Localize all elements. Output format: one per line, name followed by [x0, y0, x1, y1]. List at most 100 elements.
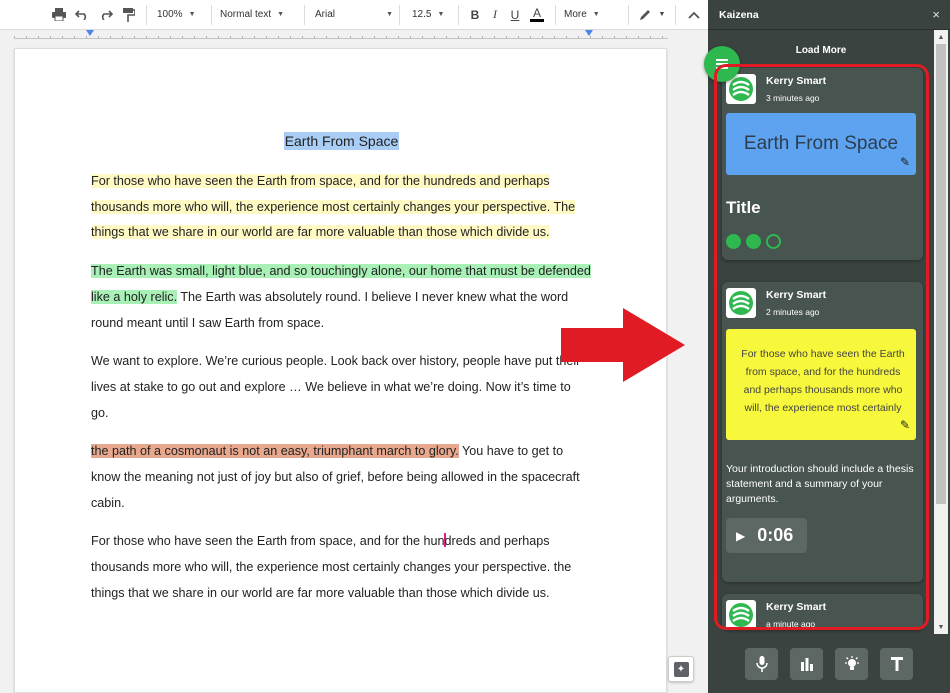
- panel-footer: [708, 634, 950, 693]
- paragraph-5: For those who have seen the Earth from s…: [91, 529, 591, 606]
- menu-button[interactable]: [704, 46, 740, 82]
- kaizena-logo-icon: [726, 600, 756, 630]
- rating-dot-filled[interactable]: [726, 234, 741, 249]
- scroll-up-icon[interactable]: ▲: [934, 30, 948, 44]
- paragraph-3: We want to explore. We’re curious people…: [91, 349, 591, 426]
- chevron-down-icon: ▼: [386, 11, 393, 18]
- red-arrow-icon: [561, 308, 685, 382]
- toolbar-divider: [211, 4, 212, 25]
- font-value: Arial: [315, 9, 336, 20]
- toolbar-divider: [675, 4, 676, 25]
- toolbar-divider: [628, 4, 629, 25]
- paragraph-text: We want to explore. We’re curious people…: [91, 354, 581, 420]
- edit-icon[interactable]: ✎: [900, 416, 910, 434]
- paint-format-icon[interactable]: [118, 3, 140, 27]
- paragraph-2: The Earth was small, light blue, and so …: [91, 259, 591, 336]
- paragraph-1: For those who have seen the Earth from s…: [91, 169, 591, 246]
- italic-button[interactable]: I: [485, 3, 505, 27]
- document-title-text: Earth From Space: [283, 132, 400, 150]
- panel-scrollbar[interactable]: ▲ ▼: [934, 30, 948, 634]
- undo-icon[interactable]: [70, 3, 94, 27]
- toolbar-divider: [555, 4, 556, 25]
- style-select[interactable]: Normal text ▼: [218, 3, 298, 27]
- pencil-icon[interactable]: [635, 3, 655, 27]
- chevron-down-icon: ▼: [188, 11, 196, 18]
- panel-title: Kaizena: [719, 8, 759, 21]
- highlighted-text: For those who have seen the Earth from s…: [91, 174, 576, 240]
- comment-text: Your introduction should include a thesi…: [726, 463, 914, 505]
- quoted-text-content: Earth From Space: [743, 133, 899, 154]
- right-indent-marker[interactable]: [585, 30, 593, 36]
- left-indent-marker[interactable]: [86, 30, 94, 36]
- print-icon[interactable]: [48, 3, 70, 27]
- scroll-down-icon[interactable]: ▼: [934, 620, 948, 634]
- card-header: Kerry Smart 2 minutes ago: [726, 288, 826, 318]
- toolbar-divider: [399, 4, 400, 25]
- timestamp: a minute ago: [766, 619, 816, 629]
- text-color-button[interactable]: A: [525, 3, 549, 27]
- kaizena-panel: Kaizena × Load More Kerry Smart 3 minute…: [704, 0, 950, 693]
- underline-button[interactable]: U: [505, 3, 525, 27]
- text-icon[interactable]: [880, 647, 913, 680]
- chart-icon[interactable]: [790, 647, 823, 680]
- close-icon[interactable]: ×: [932, 7, 940, 22]
- card-header: Kerry Smart 3 minutes ago: [726, 74, 826, 104]
- scrollbar-thumb[interactable]: [936, 44, 946, 504]
- timestamp: 2 minutes ago: [766, 307, 820, 317]
- timestamp: 3 minutes ago: [766, 93, 820, 103]
- quoted-text[interactable]: For those who have seen the Earth from s…: [726, 329, 916, 440]
- edit-icon[interactable]: ✎: [900, 155, 910, 169]
- quoted-text-content: For those who have seen the Earth from s…: [741, 348, 905, 414]
- font-size-select[interactable]: 12.5 ▼: [406, 3, 452, 27]
- document-body[interactable]: For those who have seen the Earth from s…: [91, 169, 591, 620]
- chevron-down-icon: ▼: [437, 11, 445, 18]
- card-header: Kerry Smart a minute ago: [726, 600, 826, 630]
- ruler-ticks: [14, 33, 668, 39]
- toolbar-divider: [146, 4, 147, 25]
- more-label: More: [564, 9, 587, 20]
- author-name: Kerry Smart: [766, 289, 827, 301]
- zoom-select[interactable]: 100% ▼: [153, 3, 205, 27]
- paragraph-text: For those who have seen the Earth from s…: [91, 534, 445, 549]
- text-color-swatch: [530, 19, 544, 22]
- skill-label: Title: [726, 198, 761, 217]
- feedback-card: Kerry Smart 3 minutes ago Earth From Spa…: [722, 68, 923, 260]
- redo-icon[interactable]: [94, 3, 118, 27]
- collapse-icon[interactable]: [682, 3, 706, 27]
- feedback-card: Kerry Smart a minute ago: [722, 594, 923, 630]
- toolbar-divider: [304, 4, 305, 25]
- play-icon: ▶: [736, 528, 746, 543]
- explore-icon: ✦: [673, 661, 689, 677]
- load-more-button[interactable]: Load More: [708, 45, 934, 56]
- audio-play-button[interactable]: ▶ 0:06: [726, 518, 807, 553]
- document-title[interactable]: Earth From Space: [15, 132, 668, 150]
- author-name: Kerry Smart: [766, 601, 827, 613]
- style-value: Normal text: [220, 9, 272, 20]
- bold-button[interactable]: B: [465, 3, 485, 27]
- kaizena-logo-icon: [726, 288, 756, 318]
- more-menu[interactable]: More ▼: [562, 3, 622, 27]
- microphone-icon[interactable]: [745, 647, 778, 680]
- rating-dot-empty[interactable]: [766, 234, 781, 249]
- rating-dot-filled[interactable]: [746, 234, 761, 249]
- toolbar-divider: [458, 4, 459, 25]
- paragraph-4: the path of a cosmonaut is not an easy, …: [91, 439, 591, 516]
- chevron-down-icon: ▼: [277, 11, 285, 18]
- explore-button[interactable]: ✦: [668, 656, 694, 682]
- editor-toolbar: 100% ▼ Normal text ▼ Arial ▼ 12.5 ▼ B I U A …: [0, 0, 708, 30]
- text-color-label: A: [532, 6, 541, 20]
- zoom-value: 100%: [157, 9, 183, 20]
- lightbulb-icon[interactable]: [835, 647, 868, 680]
- hamburger-icon: [716, 57, 728, 71]
- font-size-value: 12.5: [412, 9, 432, 20]
- chevron-down-icon[interactable]: ▼: [655, 3, 669, 27]
- chevron-down-icon: ▼: [592, 11, 600, 18]
- font-select[interactable]: Arial ▼: [311, 3, 393, 27]
- quoted-text[interactable]: Earth From Space ✎: [726, 113, 916, 175]
- highlighted-text: the path of a cosmonaut is not an easy, …: [91, 444, 459, 459]
- skill-rating[interactable]: [726, 234, 786, 249]
- audio-duration: 0:06: [757, 525, 794, 545]
- feedback-card: Kerry Smart 2 minutes ago For those who …: [722, 282, 923, 582]
- author-name: Kerry Smart: [766, 75, 827, 87]
- panel-header: Kaizena ×: [708, 0, 950, 30]
